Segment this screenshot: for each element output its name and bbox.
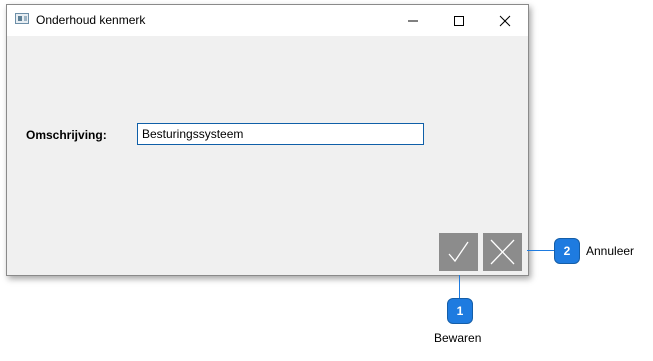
x-icon <box>490 239 515 265</box>
checkmark-icon <box>448 241 469 263</box>
dialog-content: Omschrijving: <box>7 36 528 275</box>
save-button[interactable] <box>439 233 478 271</box>
window-title: Onderhoud kenmerk <box>36 13 146 27</box>
close-icon <box>499 15 511 27</box>
dialog-window: Onderhoud kenmerk Omschrijving: <box>6 4 529 276</box>
minimize-button[interactable] <box>390 5 436 36</box>
description-input[interactable] <box>137 123 424 145</box>
callout-badge-cancel: 2 <box>554 238 580 264</box>
title-bar[interactable]: Onderhoud kenmerk <box>7 5 528 36</box>
description-label: Omschrijving: <box>26 128 107 142</box>
maximize-button[interactable] <box>436 5 482 36</box>
cancel-button[interactable] <box>483 233 522 271</box>
callout-label-save: Bewaren <box>434 331 482 345</box>
app-window-icon <box>15 13 29 24</box>
callout-connector-cancel <box>527 250 554 251</box>
callout-label-cancel: Annuleer <box>586 244 635 258</box>
callout-connector-save <box>459 275 460 298</box>
close-button[interactable] <box>482 5 528 36</box>
minimize-icon <box>408 20 418 22</box>
maximize-icon <box>454 16 464 26</box>
callout-badge-save: 1 <box>447 298 473 324</box>
